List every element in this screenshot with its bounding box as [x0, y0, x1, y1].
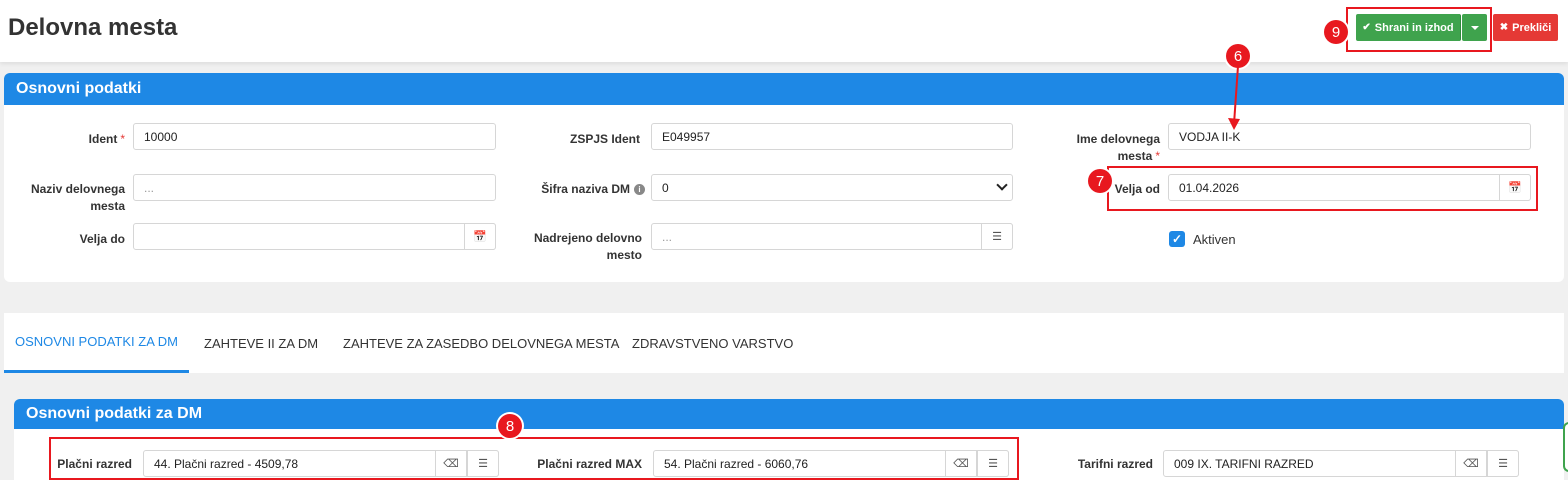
tab-osnovni-podatki[interactable]: OSNOVNI PODATKI ZA DM [4, 313, 189, 373]
annotation-marker-9: 9 [1324, 20, 1348, 44]
velja-do-input[interactable]: 📅 [133, 223, 496, 250]
zspjs-input[interactable]: E049957 [651, 123, 1013, 150]
annotation-marker-8: 8 [498, 414, 522, 438]
tab-zdravstveno-varstvo[interactable]: ZDRAVSTVENO VARSTVO [632, 313, 793, 373]
aktiven-label: Aktiven [1193, 232, 1236, 247]
close-icon: ✖ [1499, 22, 1509, 33]
info-icon: i [634, 184, 645, 195]
annotation-box-velja-od [1107, 166, 1538, 211]
cancel-label: Prekliči [1512, 21, 1552, 34]
zspjs-label: ZSPJS Ident [569, 132, 640, 146]
tab-zahteve-zasedba[interactable]: ZAHTEVE ZA ZASEDBO DELOVNEGA MESTA [343, 313, 619, 373]
aktiven-checkbox[interactable]: ✓ [1169, 231, 1185, 247]
list-icon[interactable]: ☰ [1487, 450, 1519, 477]
list-icon[interactable]: ☰ [981, 223, 1013, 250]
annotation-box-save [1346, 7, 1492, 52]
page-title: Delovna mesta [8, 14, 178, 41]
naziv-label: Naziv delovnega mesta [30, 182, 125, 213]
annotation-arrow-6 [1228, 65, 1240, 130]
annotation-box-placni [49, 437, 1019, 480]
eraser-icon[interactable]: ⌫ [1455, 450, 1487, 477]
side-handle[interactable] [1563, 422, 1568, 472]
naziv-input[interactable]: ... [133, 174, 496, 201]
ident-label: Ident * [88, 132, 125, 146]
velja-do-label: Velja do [79, 232, 125, 246]
cancel-button[interactable]: ✖ Prekliči [1493, 14, 1558, 41]
ident-input[interactable]: 10000 [133, 123, 496, 150]
basic-data-title: Osnovni podatki [4, 73, 1564, 105]
annotation-marker-7: 7 [1088, 169, 1112, 193]
ime-input[interactable]: VODJA II-K [1168, 123, 1531, 150]
sifra-select[interactable]: 0 [651, 174, 1013, 201]
sifra-label: Šifra naziva DM i [520, 181, 645, 198]
dm-data-title: Osnovni podatki za DM [14, 399, 1564, 429]
ime-label: Ime delovnega mesta * [1076, 132, 1160, 163]
tarifni-label: Tarifni razred [1077, 457, 1153, 471]
nadrejeno-input[interactable]: ... ☰ [651, 223, 1013, 250]
calendar-icon[interactable]: 📅 [464, 223, 496, 250]
tarifni-input[interactable]: 009 IX. TARIFNI RAZRED ⌫ ☰ [1163, 450, 1519, 477]
tab-zahteve-ii[interactable]: ZAHTEVE II ZA DM [204, 313, 318, 373]
chevron-down-icon [996, 179, 1008, 191]
nadrejeno-label: Nadrejeno delovno mesto [533, 231, 642, 262]
tab-bar: OSNOVNI PODATKI ZA DM ZAHTEVE II ZA DM Z… [4, 313, 1564, 373]
